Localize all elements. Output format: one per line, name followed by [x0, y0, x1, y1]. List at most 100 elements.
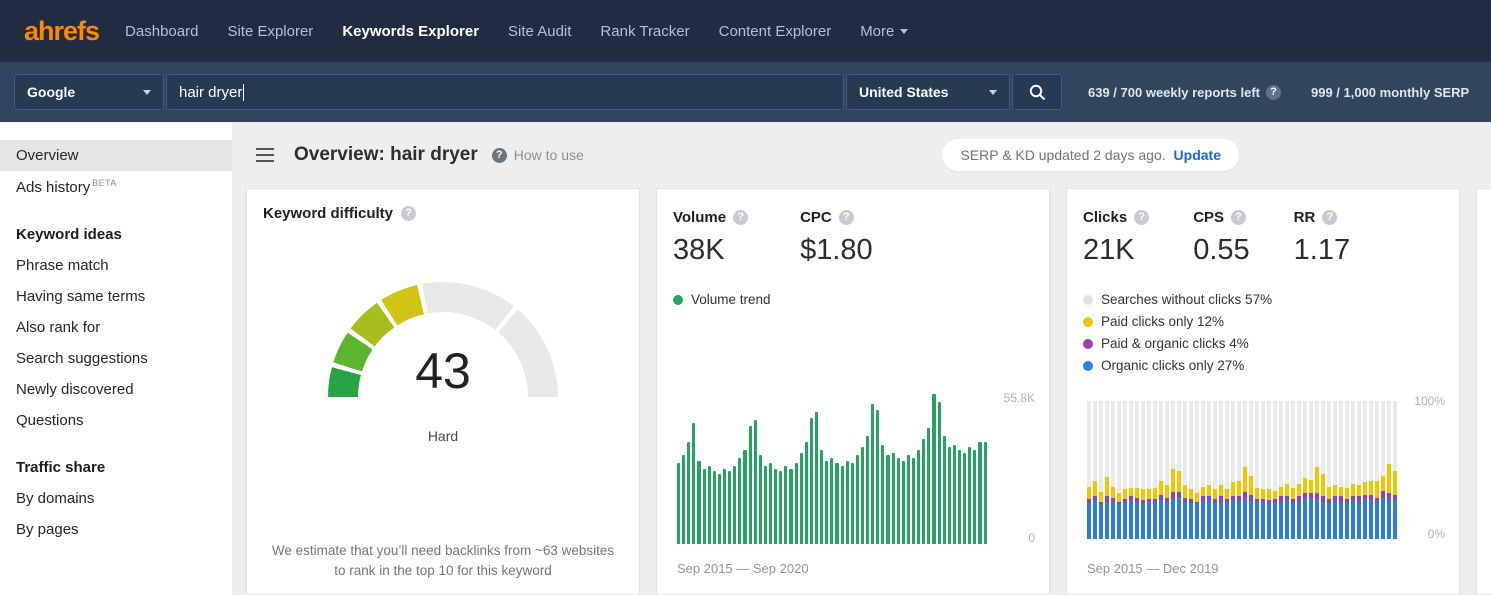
legend-item: Paid clicks only 12%: [1083, 311, 1443, 333]
y-axis-min: 0%: [1428, 527, 1445, 541]
cards-row: Keyword difficulty 43 Hard We estimate t…: [232, 188, 1491, 595]
difficulty-note: We estimate that you’ll need backlinks f…: [271, 541, 615, 582]
sidebar-item-by-domains[interactable]: By domains: [0, 483, 232, 514]
clicks-legend: Searches without clicks 57% Paid clicks …: [1083, 289, 1443, 377]
metric-clicks: Clicks 21K: [1083, 209, 1149, 267]
nav-site-explorer[interactable]: Site Explorer: [227, 23, 313, 40]
clicks-label: Clicks: [1083, 209, 1127, 226]
how-to-use-link[interactable]: How to use: [492, 147, 584, 163]
keyword-difficulty-title: Keyword difficulty: [263, 205, 393, 222]
next-card-partial: [1476, 188, 1491, 595]
country-value: United States: [859, 84, 948, 100]
metric-label: RR: [1294, 209, 1350, 226]
legend-label: Paid & organic clicks 4%: [1101, 333, 1249, 355]
clicks-value: 21K: [1083, 234, 1149, 267]
nav-rank-tracker[interactable]: Rank Tracker: [600, 23, 689, 40]
rr-value: 1.17: [1294, 234, 1350, 267]
sidebar-section-keyword-ideas: Keyword ideas: [0, 219, 232, 250]
weekly-reports-quota: 639 / 700 weekly reports left: [1088, 85, 1281, 100]
help-icon[interactable]: [733, 210, 748, 225]
metric-label: Volume: [673, 209, 748, 226]
x-axis-range: Sep 2015 — Sep 2020: [677, 561, 809, 576]
search-engine-value: Google: [27, 84, 75, 100]
sidebar-item-overview[interactable]: Overview: [0, 140, 232, 171]
page-header: Overview: hair dryer How to use SERP & K…: [232, 122, 1491, 188]
top-nav-bar: ahrefs Dashboard Site Explorer Keywords …: [0, 0, 1491, 62]
metric-label: CPS: [1193, 209, 1249, 226]
sidebar-item-ads-history[interactable]: Ads historyBETA: [0, 171, 232, 203]
cpc-value: $1.80: [800, 234, 873, 267]
how-to-use-label: How to use: [514, 147, 584, 163]
help-icon[interactable]: [1231, 210, 1246, 225]
help-icon[interactable]: [1134, 210, 1149, 225]
volume-metrics: Volume 38K CPC $1.80: [673, 209, 1033, 267]
sidebar-item-questions[interactable]: Questions: [0, 405, 232, 436]
legend-label: Volume trend: [691, 289, 771, 311]
nav-more-label: More: [860, 23, 894, 40]
metric-label: Clicks: [1083, 209, 1149, 226]
text-cursor: [243, 84, 244, 101]
volume-label: Volume: [673, 209, 726, 226]
nav-more[interactable]: More: [860, 23, 908, 40]
monthly-serp-text: 999 / 1,000 monthly SERP: [1311, 85, 1469, 100]
difficulty-score: 43: [328, 342, 558, 400]
nav-content-explorer[interactable]: Content Explorer: [719, 23, 832, 40]
sidebar-item-having-same-terms[interactable]: Having same terms: [0, 281, 232, 312]
y-axis-min: 0: [1028, 531, 1035, 545]
search-engine-select[interactable]: Google: [14, 74, 164, 110]
help-icon[interactable]: [401, 206, 416, 221]
clicks-breakdown-chart[interactable]: [1087, 401, 1397, 539]
volume-card: Volume 38K CPC $1.80 Volume trend: [656, 188, 1050, 595]
help-icon[interactable]: [839, 210, 854, 225]
help-icon[interactable]: [1322, 210, 1337, 225]
menu-icon[interactable]: [256, 154, 274, 156]
x-axis-range: Sep 2015 — Dec 2019: [1087, 561, 1219, 576]
cps-label: CPS: [1193, 209, 1224, 226]
sidebar-item-phrase-match[interactable]: Phrase match: [0, 250, 232, 281]
sidebar-section-traffic-share: Traffic share: [0, 452, 232, 483]
serp-update-notice: SERP & KD updated 2 days ago. Update: [942, 139, 1239, 171]
ahrefs-logo[interactable]: ahrefs: [24, 16, 99, 47]
cpc-label: CPC: [800, 209, 832, 226]
volume-legend: Volume trend: [673, 289, 1033, 311]
clicks-card: Clicks 21K CPS 0.55 RR: [1066, 188, 1460, 595]
chevron-down-icon: [900, 29, 908, 34]
chevron-down-icon: [143, 90, 151, 95]
main-nav: Dashboard Site Explorer Keywords Explore…: [125, 23, 908, 40]
card-title: Keyword difficulty: [263, 205, 623, 222]
legend-dot: [1083, 361, 1093, 371]
rr-label: RR: [1294, 209, 1316, 226]
page-title: Overview: hair dryer: [294, 144, 478, 166]
update-link[interactable]: Update: [1174, 147, 1221, 163]
help-icon[interactable]: [1266, 85, 1281, 100]
legend-item: Paid & organic clicks 4%: [1083, 333, 1443, 355]
legend-label: Organic clicks only 27%: [1101, 355, 1244, 377]
legend-label: Searches without clicks 57%: [1101, 289, 1272, 311]
keyword-search-input[interactable]: hair dryer: [166, 74, 844, 110]
update-notice-text: SERP & KD updated 2 days ago.: [960, 147, 1165, 163]
search-toolbar: Google hair dryer United States 639 / 70…: [0, 62, 1491, 122]
legend-dot: [1083, 339, 1093, 349]
nav-keywords-explorer[interactable]: Keywords Explorer: [342, 23, 479, 40]
chevron-down-icon: [989, 90, 997, 95]
sidebar-item-search-suggestions[interactable]: Search suggestions: [0, 343, 232, 374]
keyword-query-text: hair dryer: [179, 84, 242, 101]
country-select[interactable]: United States: [846, 74, 1010, 110]
search-button[interactable]: [1012, 74, 1062, 110]
sidebar: Overview Ads historyBETA Keyword ideas P…: [0, 122, 232, 595]
y-axis-max: 55.8K: [1004, 391, 1035, 405]
metric-volume: Volume 38K: [673, 209, 748, 267]
volume-trend-chart[interactable]: [677, 394, 987, 544]
weekly-reports-text: 639 / 700 weekly reports left: [1088, 85, 1260, 100]
sidebar-item-newly-discovered[interactable]: Newly discovered: [0, 374, 232, 405]
legend-label: Paid clicks only 12%: [1101, 311, 1224, 333]
nav-site-audit[interactable]: Site Audit: [508, 23, 571, 40]
metric-cps: CPS 0.55: [1193, 209, 1249, 267]
main-content: Overview: hair dryer How to use SERP & K…: [232, 122, 1491, 595]
nav-dashboard[interactable]: Dashboard: [125, 23, 198, 40]
sidebar-item-label: Ads history: [16, 179, 90, 196]
legend-item: Searches without clicks 57%: [1083, 289, 1443, 311]
legend-item: Organic clicks only 27%: [1083, 355, 1443, 377]
sidebar-item-by-pages[interactable]: By pages: [0, 514, 232, 545]
sidebar-item-also-rank-for[interactable]: Also rank for: [0, 312, 232, 343]
